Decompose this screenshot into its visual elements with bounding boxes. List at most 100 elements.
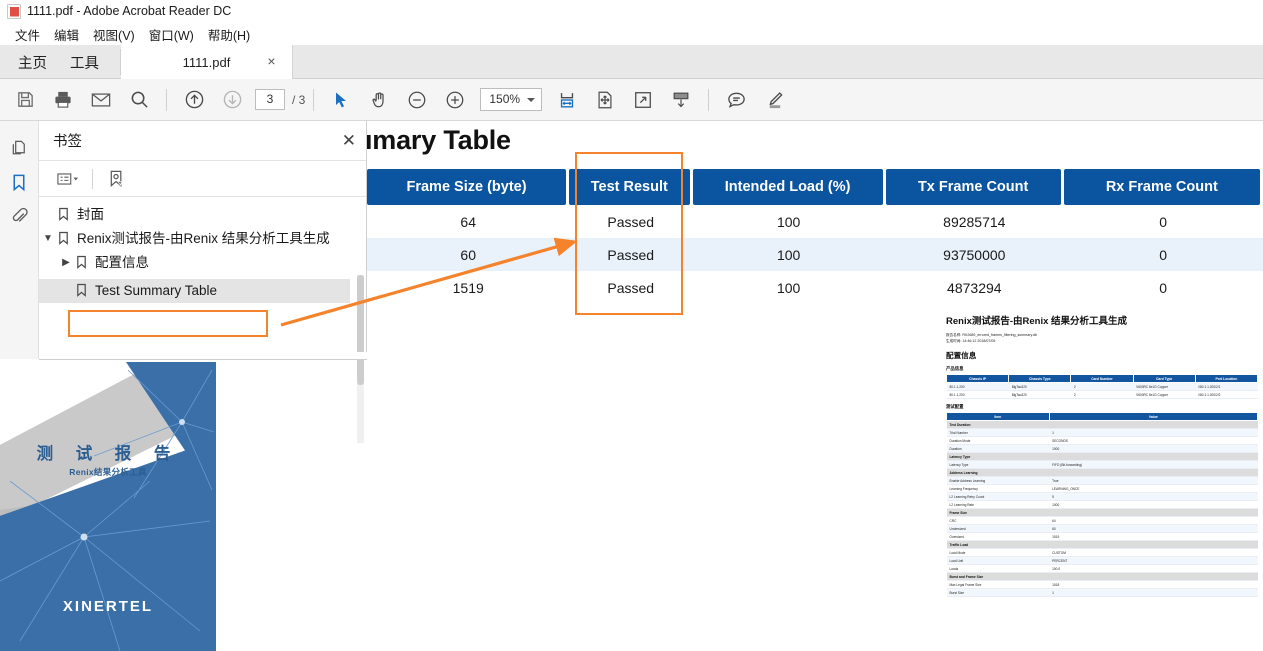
config-item: Enable Address Learning bbox=[946, 476, 1050, 486]
ch-item: Item bbox=[946, 412, 1050, 422]
bookmarks-panel: 书签 ✕ 封面 ▼ Renix测试报告-由Renix 结果分析工具生成 ▶ 配置… bbox=[39, 121, 367, 443]
bookmarks-icon[interactable] bbox=[4, 165, 34, 199]
scrollbar-thumb[interactable] bbox=[357, 275, 364, 385]
comment-icon[interactable] bbox=[719, 83, 753, 117]
ph-chassis-type: Chassis Type bbox=[1008, 374, 1072, 384]
pc-chassis-type: BigTao320 bbox=[1008, 382, 1071, 392]
cell-frame-size: 64 bbox=[460, 213, 476, 230]
cover-page-thumbnail: 测 试 报 告 Renix结果分析工具 XINERTEL bbox=[0, 362, 216, 651]
config-item: Oversized bbox=[946, 532, 1050, 542]
print-icon[interactable] bbox=[46, 83, 80, 117]
test-summary-table: Frame Size (byte) Test Result Intended L… bbox=[367, 169, 1263, 304]
preview-config-data-row: Duration Mode SECONDS bbox=[946, 436, 1258, 446]
pdf-file-icon: A bbox=[7, 3, 21, 19]
config-item: L2 Learning Rate bbox=[946, 500, 1050, 510]
highlight-icon[interactable] bbox=[757, 83, 791, 117]
page-down-icon[interactable] bbox=[215, 83, 249, 117]
list-options-icon[interactable] bbox=[53, 166, 83, 192]
config-item: Load Mode bbox=[946, 548, 1050, 558]
config-value: 1519 bbox=[1049, 532, 1258, 542]
chevron-down-icon[interactable]: ▼ bbox=[39, 229, 57, 244]
save-icon[interactable] bbox=[8, 83, 42, 117]
preview-table-row: 80.1.1.200 BigTao320 2 V600RC 8x1G Coppe… bbox=[946, 390, 1258, 400]
tab-strip: 主页 工具 1111.pdf × bbox=[0, 45, 1263, 79]
zoom-in-icon[interactable] bbox=[438, 83, 472, 117]
bookmark-item-cover[interactable]: 封面 bbox=[39, 203, 366, 227]
zoom-level-select[interactable]: 150% bbox=[480, 88, 543, 111]
new-bookmark-icon[interactable] bbox=[102, 166, 132, 192]
config-value: PERCENT bbox=[1049, 556, 1258, 566]
chevron-down-icon bbox=[527, 98, 536, 102]
preview-config-data-row: Undersized 60 bbox=[946, 524, 1258, 534]
page-thumbnails-icon[interactable] bbox=[4, 131, 34, 165]
cover-logo: XINERTEL bbox=[62, 598, 154, 615]
column-header-frame-size: Frame Size (byte) bbox=[367, 169, 567, 205]
config-value: 64 bbox=[1049, 516, 1258, 526]
chevron-right-icon[interactable]: ▶ bbox=[57, 253, 75, 268]
preview-config-data-row: Burst Size 1 bbox=[946, 588, 1258, 598]
fit-page-icon[interactable] bbox=[588, 83, 622, 117]
navigation-rail bbox=[0, 121, 39, 359]
column-header-test-result: Test Result bbox=[569, 169, 690, 205]
attachments-icon[interactable] bbox=[4, 199, 34, 233]
preview-table-header-row: Chassis IP Chassis Type Card Number Card… bbox=[945, 374, 1259, 384]
config-section-label: Frame Size bbox=[946, 508, 1258, 518]
preview-product-table: Chassis IP Chassis Type Card Number Card… bbox=[945, 374, 1259, 400]
page-up-icon[interactable] bbox=[177, 83, 211, 117]
cover-title: 测 试 报 告 bbox=[36, 445, 180, 463]
preview-section-product: 产品信息 bbox=[946, 366, 964, 372]
main-toolbar: 3 / 3 150% bbox=[0, 79, 1263, 121]
tab-tools[interactable]: 工具 bbox=[56, 45, 113, 79]
bookmark-item-config[interactable]: ▶ 配置信息 bbox=[39, 251, 366, 275]
cell-intended-load: 100 bbox=[776, 213, 801, 230]
preview-config-section-row: Frame Size bbox=[946, 508, 1258, 518]
config-item: Load Unit bbox=[946, 556, 1050, 566]
email-icon[interactable] bbox=[84, 83, 118, 117]
tab-home[interactable]: 主页 bbox=[4, 45, 61, 79]
menu-file[interactable]: 文件 bbox=[8, 23, 47, 46]
fit-width-icon[interactable] bbox=[550, 83, 584, 117]
pc-port-location: //80.1.1.200/2/2 bbox=[1195, 390, 1258, 400]
bookmark-item-test-summary-table[interactable]: Test Summary Table bbox=[39, 279, 350, 303]
close-icon[interactable]: ✕ bbox=[342, 132, 356, 149]
select-tool-icon[interactable] bbox=[324, 83, 358, 117]
zoom-out-icon[interactable] bbox=[400, 83, 434, 117]
search-icon[interactable] bbox=[122, 83, 156, 117]
cell-rx-frame-count: 0 bbox=[1159, 213, 1168, 230]
menu-window[interactable]: 窗口(W) bbox=[142, 23, 201, 46]
ph-card-type: Card Type bbox=[1132, 374, 1196, 384]
pc-card-type: V600RC 8x1G Copper bbox=[1133, 390, 1196, 400]
menu-view[interactable]: 视图(V) bbox=[86, 23, 142, 46]
page-total-label: / 3 bbox=[292, 92, 306, 107]
config-value: LEARNING_ONCE bbox=[1049, 484, 1258, 494]
bookmark-label: 封面 bbox=[77, 207, 104, 222]
table-row: 60 Passed 100 93750000 0 bbox=[367, 238, 1263, 271]
tab-document[interactable]: 1111.pdf × bbox=[121, 45, 293, 79]
pc-chassis-ip: 80.1.1.200 bbox=[946, 390, 1009, 400]
table-header-row: Frame Size (byte) Test Result Intended L… bbox=[367, 169, 1263, 205]
config-value: 1000 bbox=[1049, 444, 1258, 454]
cell-test-result: Passed bbox=[607, 213, 655, 230]
bookmark-item-report[interactable]: ▼ Renix测试报告-由Renix 结果分析工具生成 bbox=[39, 227, 366, 251]
scroll-down-icon[interactable] bbox=[664, 83, 698, 117]
toolbar-divider-3 bbox=[708, 88, 710, 111]
config-section-label: Address Learning bbox=[946, 468, 1258, 478]
preview-config-data-row: Trial Number 1 bbox=[946, 428, 1258, 438]
preview-config-header-row: Item Value bbox=[946, 412, 1259, 422]
hand-tool-icon[interactable] bbox=[362, 83, 396, 117]
page-number-input[interactable]: 3 bbox=[255, 89, 285, 110]
config-value: 1 bbox=[1049, 428, 1258, 438]
cell-tx-frame-count: 89285714 bbox=[943, 213, 1006, 230]
menu-help[interactable]: 帮助(H) bbox=[201, 23, 257, 46]
table-row: 64 Passed 100 89285714 0 bbox=[367, 205, 1263, 238]
config-value: 100.0 bbox=[1049, 564, 1258, 574]
cell-intended-load: 100 bbox=[776, 246, 801, 263]
config-value: 1518 bbox=[1049, 580, 1258, 590]
close-icon[interactable]: × bbox=[264, 54, 279, 69]
preview-config-data-row: Max Legal Frame Size 1518 bbox=[946, 580, 1258, 590]
menu-edit[interactable]: 编辑 bbox=[47, 23, 86, 46]
fullscreen-icon[interactable] bbox=[626, 83, 660, 117]
config-section-label: Traffic Load bbox=[946, 540, 1258, 550]
zoom-level-value: 150% bbox=[489, 92, 521, 106]
preview-config-data-row: Duration 1000 bbox=[946, 444, 1258, 454]
